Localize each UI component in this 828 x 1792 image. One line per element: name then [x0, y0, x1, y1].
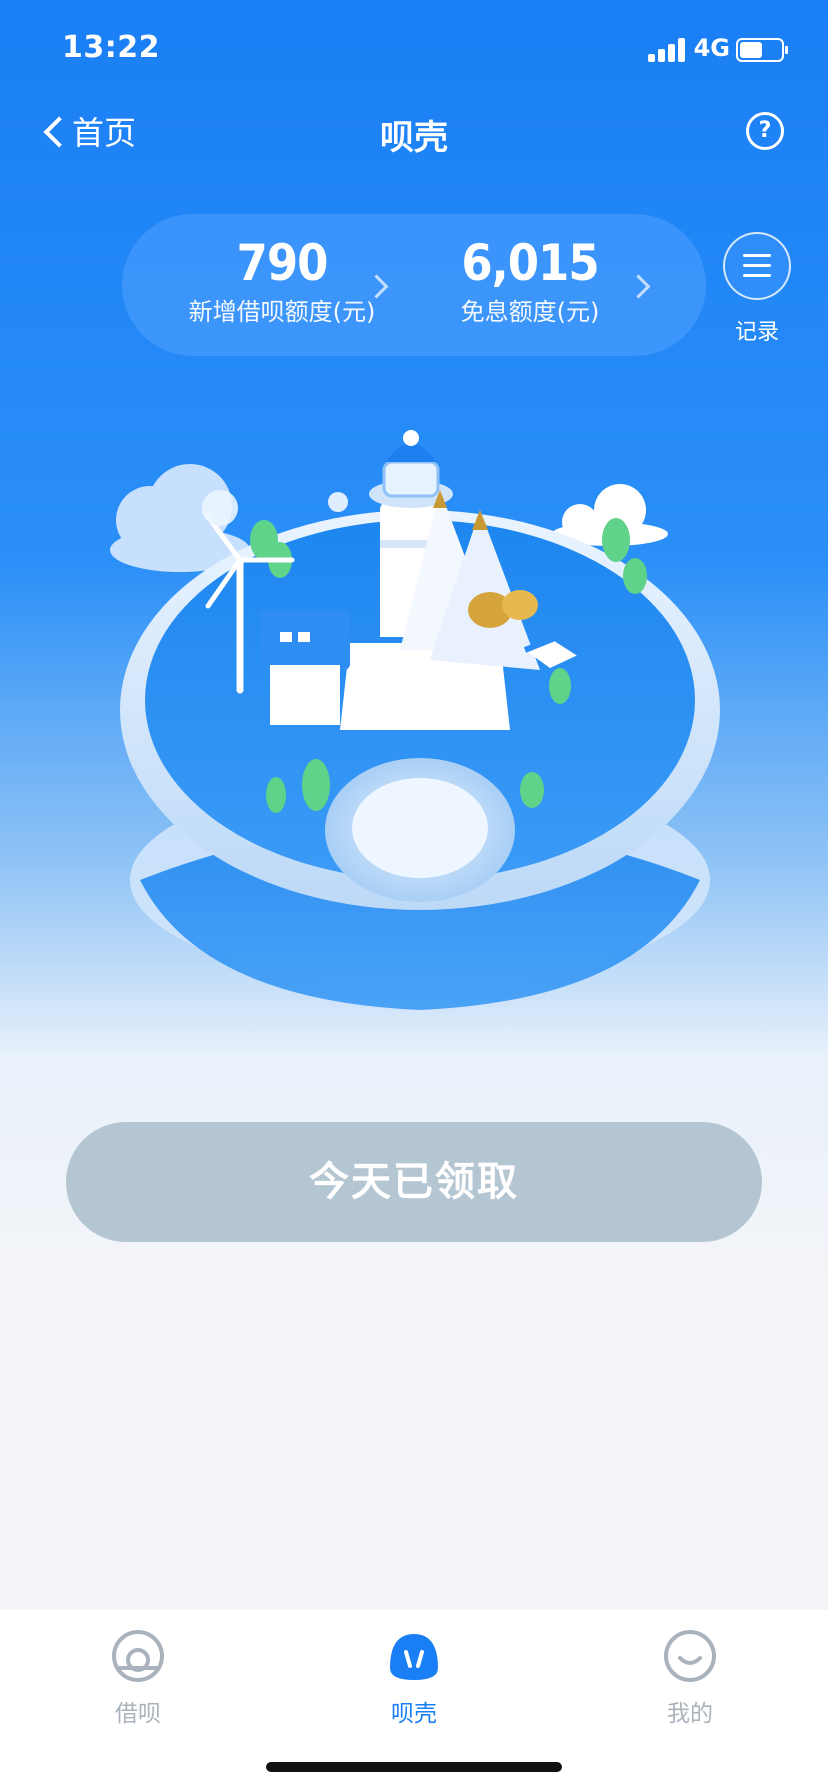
tab-label: 借呗	[115, 1701, 161, 1727]
chevron-right-icon	[626, 274, 651, 299]
new-credit-stat[interactable]: 790 新增借呗额度(元)	[164, 232, 400, 330]
help-button[interactable]: ?	[746, 112, 784, 150]
tab-jiebei[interactable]: 借呗	[58, 1628, 218, 1728]
interest-free-stat[interactable]: 6,015 免息额度(元)	[432, 232, 628, 330]
status-bar: 13:22 4G	[0, 0, 828, 100]
interest-free-label: 免息额度(元)	[460, 298, 600, 326]
signal-icon	[648, 36, 688, 62]
tab-beike[interactable]: 呗壳	[334, 1628, 494, 1728]
smile-face-icon	[664, 1630, 716, 1682]
tab-label: 我的	[667, 1701, 713, 1727]
new-credit-label: 新增借呗额度(元)	[188, 298, 376, 326]
network-type: 4G	[693, 34, 730, 62]
jiebei-icon	[112, 1630, 164, 1682]
beike-shell-icon	[390, 1634, 438, 1680]
records-label: 记录	[734, 320, 779, 345]
interest-free-value: 6,015	[461, 234, 599, 292]
battery-icon	[736, 38, 788, 62]
home-indicator	[266, 1762, 562, 1772]
claim-today-button[interactable]: 今天已领取	[66, 1122, 762, 1242]
tab-mine[interactable]: 我的	[610, 1628, 770, 1728]
credit-summary-card: 790 新增借呗额度(元) 6,015 免息额度(元)	[122, 214, 706, 356]
page-title: 呗壳	[380, 118, 448, 158]
tab-label: 呗壳	[391, 1701, 437, 1727]
records-button[interactable]: 记录	[722, 232, 792, 346]
lighthouse-island-illustration	[110, 430, 720, 1010]
status-time: 13:22	[62, 30, 160, 65]
menu-icon	[723, 232, 791, 300]
navigation-bar: 首页 呗壳 ?	[0, 100, 828, 164]
